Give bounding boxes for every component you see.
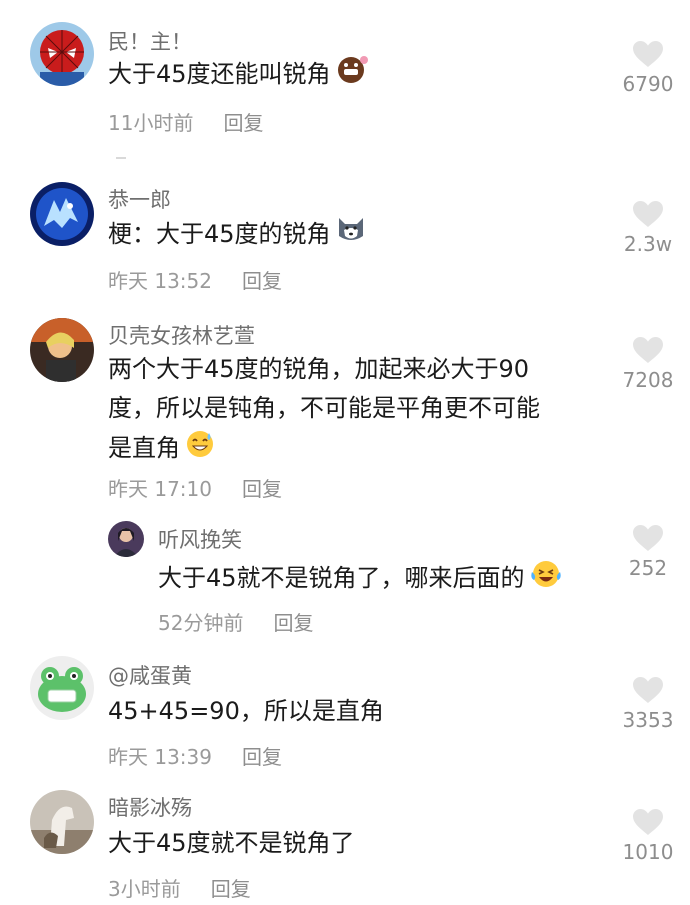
timestamp: 11小时前: [108, 111, 194, 135]
username[interactable]: 暗影冰殇: [108, 792, 192, 822]
like-button[interactable]: 252: [608, 524, 688, 580]
comment-text: 45+45=90，所以是直角: [108, 697, 384, 725]
husky-dog-emoji: [335, 214, 367, 256]
username[interactable]: 民！主！: [108, 26, 192, 56]
heart-icon: [632, 200, 664, 228]
comment-text: 大于45度还能叫锐角: [108, 54, 369, 96]
comment-text: 两个大于45度的锐角，加起来必大于90 度，所以是钝角，不可能是平角更不可能 是…: [108, 350, 598, 470]
avatar[interactable]: [30, 318, 94, 382]
spiderman-avatar-icon: [30, 22, 94, 86]
like-button[interactable]: 7208: [608, 336, 688, 392]
laughing-tears-emoji: [529, 558, 563, 600]
heart-icon: [632, 336, 664, 364]
avatar[interactable]: [30, 656, 94, 720]
timestamp: 52分钟前: [158, 611, 244, 635]
like-count: 7208: [622, 368, 674, 392]
avatar[interactable]: [108, 521, 144, 557]
avatar[interactable]: [30, 182, 94, 246]
heart-icon: [632, 676, 664, 704]
heart-icon: [632, 40, 664, 68]
wolf-avatar-icon: [30, 182, 94, 246]
comment-text: 梗：大于45度的锐角: [108, 214, 367, 256]
like-button[interactable]: 1010: [608, 808, 688, 864]
avatar[interactable]: [30, 790, 94, 854]
heart-icon: [632, 808, 664, 836]
reply-button[interactable]: 回复: [223, 111, 263, 135]
person-avatar-icon: [30, 318, 94, 382]
like-button[interactable]: 6790: [608, 40, 688, 96]
reply-button[interactable]: 回复: [242, 269, 282, 293]
avatar[interactable]: [30, 22, 94, 86]
divider: [116, 157, 126, 159]
reply-button[interactable]: 回复: [242, 745, 282, 769]
username[interactable]: @咸蛋黄: [108, 660, 192, 690]
reply-button[interactable]: 回复: [273, 611, 313, 635]
comment-meta: 昨天 13:39 回复: [108, 741, 282, 770]
heart-icon: [632, 524, 664, 552]
comment-meta: 昨天 17:10 回复: [108, 473, 282, 502]
timestamp: 3小时前: [108, 877, 181, 901]
person-avatar-icon: [108, 521, 144, 557]
sweat-smile-emoji: [184, 428, 216, 470]
username[interactable]: 恭一郎: [108, 184, 171, 214]
like-count: 2.3w: [623, 232, 673, 256]
comment-meta: 3小时前 回复: [108, 873, 251, 902]
reply-button[interactable]: 回复: [242, 477, 282, 501]
horse-avatar-icon: [30, 790, 94, 854]
comment-text: 大于45就不是锐角了，哪来后面的: [158, 558, 563, 600]
comment-meta: 52分钟前 回复: [158, 607, 313, 636]
timestamp: 昨天 17:10: [108, 477, 212, 501]
username[interactable]: 听风挽笑: [158, 524, 242, 554]
comment-meta: 11小时前 回复: [108, 107, 263, 136]
like-count: 6790: [622, 72, 674, 96]
frog-avatar-icon: [30, 656, 94, 720]
grinning-face-emoji: [335, 54, 369, 96]
username[interactable]: 贝壳女孩林艺萱: [108, 320, 255, 350]
like-count: 1010: [622, 840, 674, 864]
timestamp: 昨天 13:52: [108, 269, 212, 293]
like-button[interactable]: 2.3w: [608, 200, 688, 256]
like-button[interactable]: 3353: [608, 676, 688, 732]
reply-button[interactable]: 回复: [211, 877, 251, 901]
comment-text: 大于45度就不是锐角了: [108, 829, 355, 857]
timestamp: 昨天 13:39: [108, 745, 212, 769]
like-count: 252: [628, 556, 668, 580]
comment-meta: 昨天 13:52 回复: [108, 265, 282, 294]
like-count: 3353: [622, 708, 674, 732]
